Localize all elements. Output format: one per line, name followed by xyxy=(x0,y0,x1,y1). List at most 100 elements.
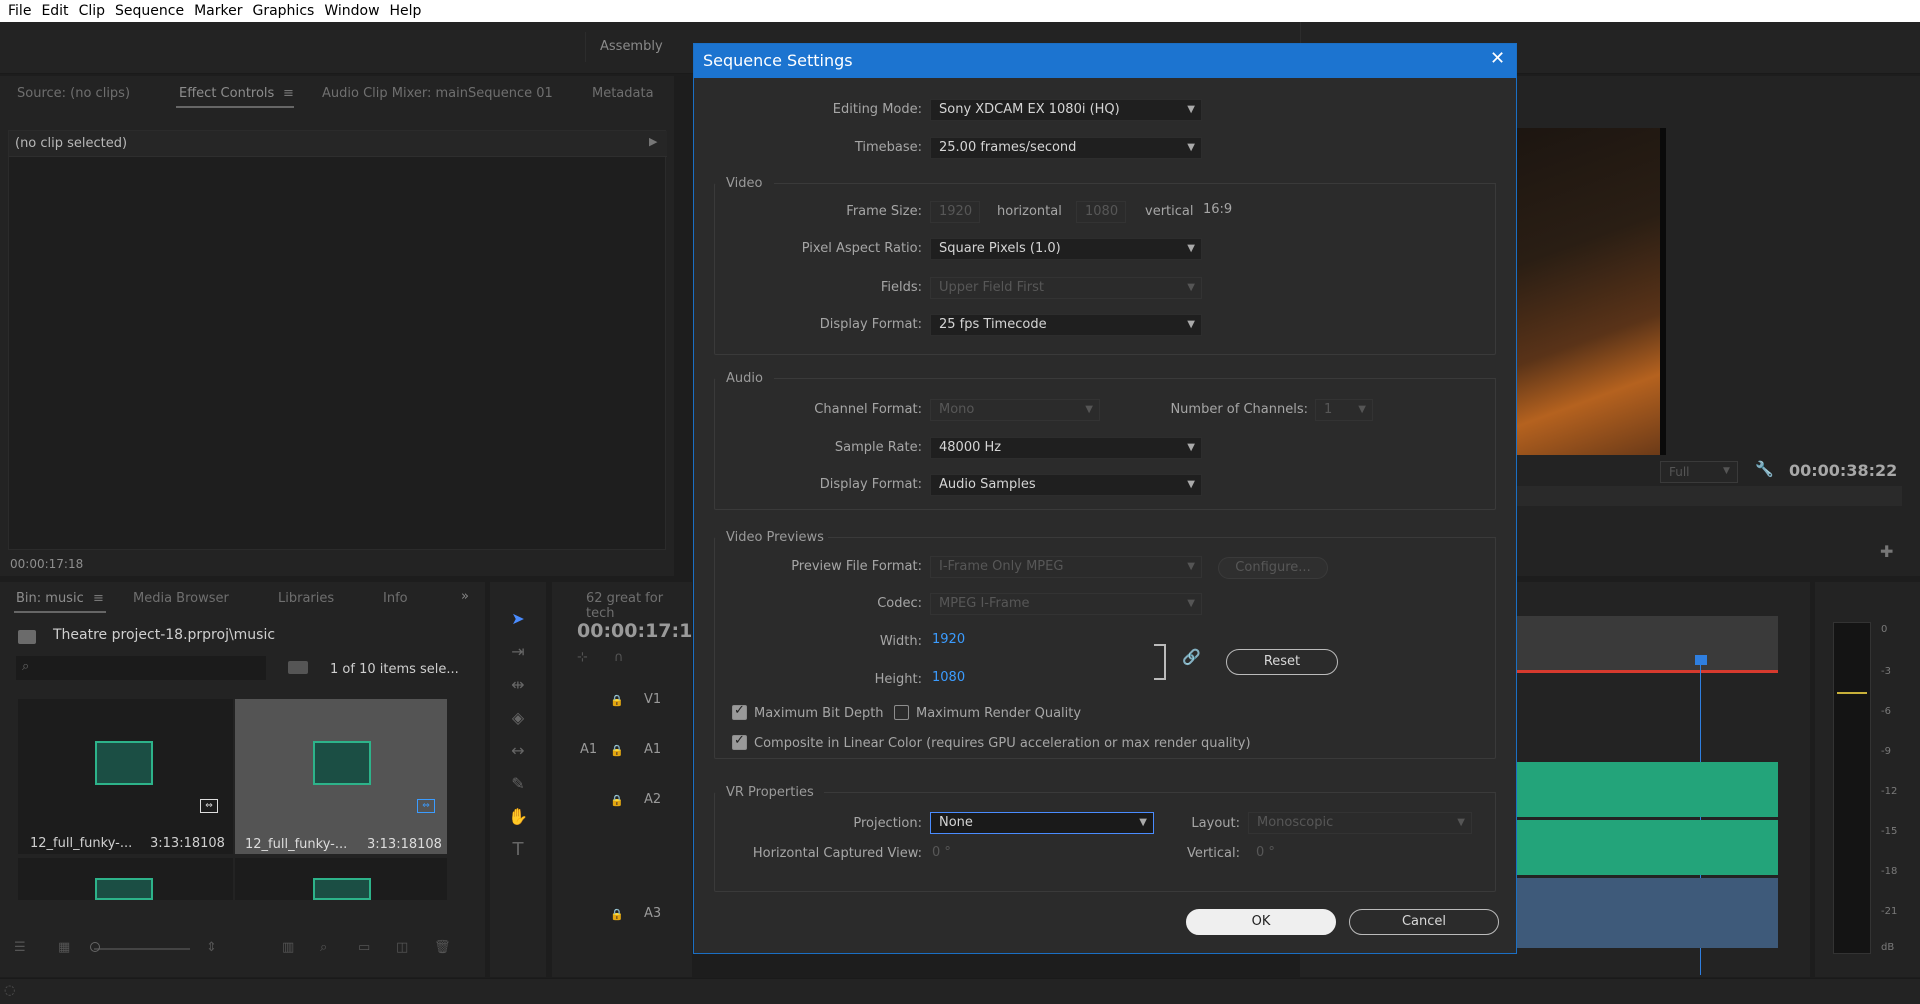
menu-edit[interactable]: Edit xyxy=(41,3,68,19)
menu-clip[interactable]: Clip xyxy=(79,3,105,19)
menu-window[interactable]: Window xyxy=(324,3,379,19)
media-name: 12_full_funky-... xyxy=(30,836,133,851)
track-label-a3[interactable]: A3 xyxy=(644,906,661,921)
sequence-settings-dialog: Sequence Settings ✕ Editing Mode: Sony X… xyxy=(693,43,1517,954)
fields-select[interactable]: Upper Field First ▼ xyxy=(930,277,1202,299)
hand-tool-icon[interactable]: ✋ xyxy=(508,807,528,827)
automate-icon[interactable]: ▥ xyxy=(282,940,294,955)
track-label-a2[interactable]: A2 xyxy=(644,792,661,807)
menu-marker[interactable]: Marker xyxy=(194,3,242,19)
meter-tick: dB xyxy=(1881,942,1895,953)
cancel-button[interactable]: Cancel xyxy=(1349,909,1499,935)
tab-info[interactable]: Info xyxy=(383,591,408,606)
track-select-tool-icon[interactable]: ⇥ xyxy=(508,642,528,662)
num-channels-select[interactable]: 1 ▼ xyxy=(1315,399,1373,421)
codec-select[interactable]: MPEG I-Frame ▼ xyxy=(930,593,1202,615)
type-tool-icon[interactable]: T xyxy=(508,840,528,860)
frame-height-input[interactable]: 1080 xyxy=(1076,201,1126,223)
max-render-quality-checkbox[interactable] xyxy=(894,705,909,720)
reset-button[interactable]: Reset xyxy=(1226,649,1338,675)
zoom-select[interactable]: Full ▼ xyxy=(1660,461,1738,483)
ok-button[interactable]: OK xyxy=(1186,909,1336,935)
link-icon[interactable]: 🔗 xyxy=(1182,648,1201,666)
media-thumbnail-selected[interactable]: ⇔ 12_full_funky-... 3:13:18108 xyxy=(235,699,447,854)
channel-format-select[interactable]: Mono ▼ xyxy=(930,399,1100,421)
new-bin-icon[interactable]: ▭ xyxy=(358,940,370,955)
media-thumbnail[interactable] xyxy=(235,858,447,900)
tab-bin-music[interactable]: Bin: music xyxy=(16,591,84,606)
track-label-v1[interactable]: V1 xyxy=(644,692,661,707)
timeline-timecode[interactable]: 00:00:17:18 xyxy=(577,620,706,642)
preview-height-value[interactable]: 1080 xyxy=(932,670,965,685)
tab-metadata[interactable]: Metadata xyxy=(592,86,654,101)
panel-menu-icon[interactable]: ≡ xyxy=(283,86,294,101)
tab-effect-controls[interactable]: Effect Controls xyxy=(179,86,274,101)
max-bit-depth-checkbox[interactable] xyxy=(732,703,747,720)
find-icon[interactable]: ⌕ xyxy=(320,940,327,955)
program-timecode[interactable]: 00:00:38:22 xyxy=(1789,461,1897,480)
menu-help[interactable]: Help xyxy=(390,3,422,19)
audio-meter-panel: 0 -3 -6 -9 -12 -15 -18 -21 dB xyxy=(1815,582,1920,977)
layout-select[interactable]: Monoscopic ▼ xyxy=(1248,812,1472,834)
workspace-assembly-tab[interactable]: Assembly xyxy=(600,39,663,54)
linked-selection-icon[interactable]: ∩ xyxy=(614,650,624,665)
list-view-icon[interactable]: ☰ xyxy=(14,940,26,955)
sample-rate-value: 48000 Hz xyxy=(939,440,1002,455)
razor-tool-icon[interactable]: ◈ xyxy=(508,708,528,728)
media-thumbnail[interactable]: ⇔ 12_full_funky-... 3:13:18108 xyxy=(18,699,233,854)
new-item-icon[interactable]: ◫ xyxy=(396,940,408,955)
timebase-value: 25.00 frames/second xyxy=(939,140,1077,155)
track-lock-icon[interactable]: 🔒 xyxy=(610,908,624,921)
menu-file[interactable]: File xyxy=(8,3,31,19)
track-label-a1[interactable]: A1 xyxy=(644,742,661,757)
trash-icon[interactable]: 🗑 xyxy=(434,940,451,955)
media-thumbnail[interactable] xyxy=(18,858,233,900)
vertical-view-value[interactable]: 0 ° xyxy=(1256,845,1275,860)
editing-mode-select[interactable]: Sony XDCAM EX 1080i (HQ) ▼ xyxy=(930,99,1202,121)
tab-audio-clip-mixer[interactable]: Audio Clip Mixer: mainSequence 01 xyxy=(322,86,553,101)
menu-graphics[interactable]: Graphics xyxy=(252,3,314,19)
bin-search-input[interactable]: ⌕ xyxy=(16,656,266,680)
selection-tool-icon[interactable]: ➤ xyxy=(508,609,528,629)
video-display-format-select[interactable]: 25 fps Timecode ▼ xyxy=(930,314,1202,336)
tab-media-browser[interactable]: Media Browser xyxy=(133,591,229,606)
new-bin-icon[interactable] xyxy=(288,661,308,674)
preview-width-value[interactable]: 1920 xyxy=(932,632,965,647)
close-icon[interactable]: ✕ xyxy=(1490,48,1505,69)
ripple-edit-tool-icon[interactable]: ⇹ xyxy=(508,675,528,695)
configure-button[interactable]: Configure... xyxy=(1218,557,1328,579)
sort-icon[interactable]: ⇕ xyxy=(206,940,217,955)
more-panels-icon[interactable]: » xyxy=(461,589,469,604)
track-lock-icon[interactable]: 🔒 xyxy=(610,694,624,707)
add-button-icon[interactable]: ✚ xyxy=(1880,542,1893,561)
tab-sequence[interactable]: 62 great for tech xyxy=(586,591,692,621)
audio-display-format-select[interactable]: Audio Samples ▼ xyxy=(930,474,1202,496)
projection-select[interactable]: None ▼ xyxy=(930,812,1154,834)
icon-view-icon[interactable]: ▦ xyxy=(58,940,70,955)
composite-linear-checkbox[interactable] xyxy=(732,733,747,750)
timebase-select[interactable]: 25.00 frames/second ▼ xyxy=(930,137,1202,159)
slip-tool-icon[interactable]: ↔ xyxy=(508,741,528,761)
tab-libraries[interactable]: Libraries xyxy=(278,591,334,606)
pen-tool-icon[interactable]: ✎ xyxy=(508,774,528,794)
snap-icon[interactable]: ⊹ xyxy=(577,650,588,665)
bin-menu-icon[interactable]: ≡ xyxy=(93,591,104,606)
dialog-title-bar: Sequence Settings ✕ xyxy=(694,44,1516,78)
fields-value: Upper Field First xyxy=(939,280,1044,295)
menu-sequence[interactable]: Sequence xyxy=(115,3,184,19)
sample-rate-select[interactable]: 48000 Hz ▼ xyxy=(930,437,1202,459)
par-select[interactable]: Square Pixels (1.0) ▼ xyxy=(930,238,1202,260)
preview-format-select[interactable]: I-Frame Only MPEG ▼ xyxy=(930,556,1202,578)
track-lock-icon[interactable]: 🔒 xyxy=(610,794,624,807)
chevron-down-icon: ▼ xyxy=(1187,442,1195,453)
zoom-slider-handle[interactable] xyxy=(90,942,100,952)
playhead-handle[interactable] xyxy=(1695,655,1707,665)
track-source-a1[interactable]: A1 xyxy=(580,742,597,757)
expand-arrow-icon[interactable]: ▶ xyxy=(649,135,657,148)
horizontal-captured-view-value[interactable]: 0 ° xyxy=(932,845,951,860)
tab-source[interactable]: Source: (no clips) xyxy=(17,86,130,101)
zoom-slider[interactable] xyxy=(94,948,190,950)
frame-width-input[interactable]: 1920 xyxy=(930,201,980,223)
track-lock-icon[interactable]: 🔒 xyxy=(610,744,624,757)
wrench-icon[interactable]: 🔧 xyxy=(1755,460,1774,478)
